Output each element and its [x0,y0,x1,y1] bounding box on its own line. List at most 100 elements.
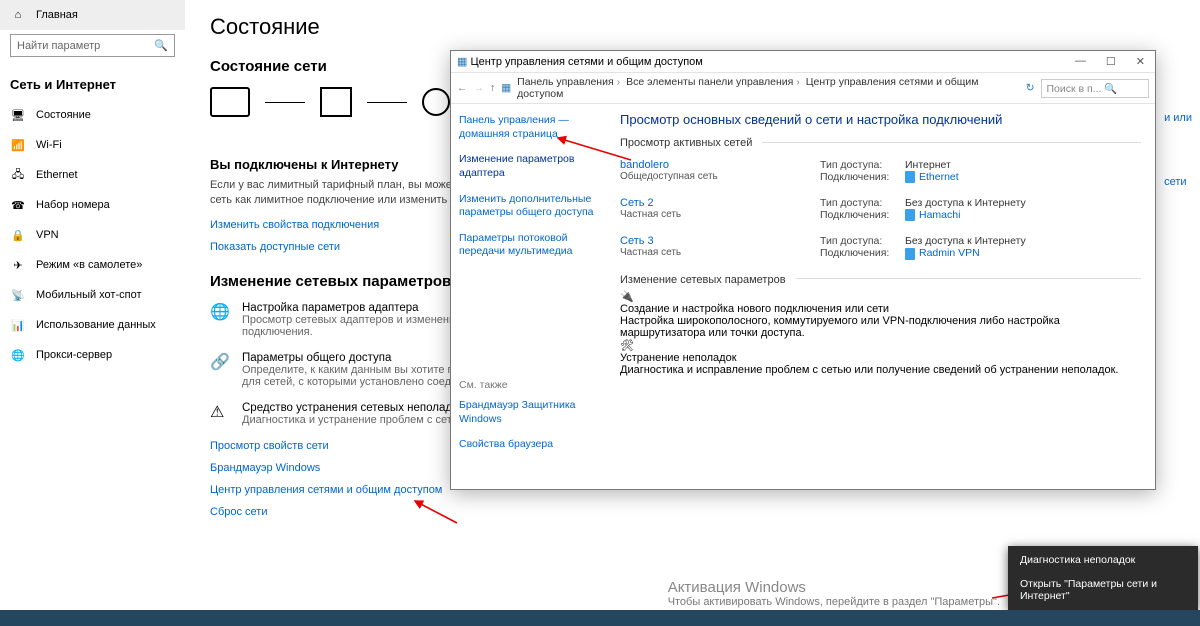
sidebar-item-label: Режим «в самолете» [36,259,142,271]
background-links: и или сети [1164,60,1192,240]
sidebar-icon: 📡 [10,287,26,303]
change-title: Устранение неполадок [620,352,1141,364]
sidebar-item-label: Использование данных [36,319,156,331]
cp-left-media[interactable]: Параметры потоковой передачи мультимедиа [459,232,598,259]
network-type: Частная сеть [620,247,820,258]
cp-app-icon: ▦ [457,56,467,68]
search-icon: 🔍 [154,39,168,52]
network-row-0: bandoleroОбщедоступная сетьТип доступа:И… [620,159,1141,183]
sidebar-item-label: Набор номера [36,199,110,211]
item-icon: 🔗 [210,352,230,388]
network-connection[interactable]: Hamachi [905,209,960,221]
network-name[interactable]: Сеть 3 [620,235,820,247]
sidebar-item-label: Wi-Fi [36,139,62,151]
settings-sidebar: ⌂ Главная Найти параметр 🔍 Сеть и Интерн… [0,0,185,626]
refresh-button[interactable]: ↻ [1026,82,1035,94]
cp-left-home[interactable]: Панель управления — домашняя страница [459,114,598,141]
breadcrumb-icon: ▦ [501,82,511,94]
sidebar-icon: ✈ [10,257,26,273]
cp-seealso-label: См. также [459,379,598,391]
change-title: Создание и настройка нового подключения … [620,303,1141,315]
item-desc: Диагностика и устранение проблем с сетью… [242,414,469,426]
page-title: Состояние [210,14,1200,40]
cp-change-label: Изменение сетевых параметров [620,274,786,286]
connection-icon [905,248,915,260]
sidebar-icon: 📶 [10,137,26,153]
search-input[interactable]: Найти параметр 🔍 [10,34,175,57]
cp-left-sharing[interactable]: Изменить дополнительные параметры общего… [459,193,598,220]
network-type: Частная сеть [620,209,820,220]
sidebar-icon: 🖥 [10,107,26,123]
cp-seealso-browser[interactable]: Свойства браузера [459,438,598,452]
sidebar-home-label: Главная [36,9,78,21]
sidebar-item-1[interactable]: 📶 Wi-Fi [0,130,185,160]
close-button[interactable]: ✕ [1132,55,1149,68]
sidebar-item-label: Прокси-сервер [36,349,112,361]
change-icon: 🔌 [620,290,1141,303]
up-button[interactable]: ↑ [490,82,495,94]
sidebar-icon: 🖧 [10,167,26,183]
sidebar-item-label: VPN [36,229,59,241]
main-link2-3[interactable]: Сброс сети [210,506,1200,518]
network-connection[interactable]: Radmin VPN [905,247,980,259]
network-connection[interactable]: Ethernet [905,171,959,183]
back-button[interactable]: ← [457,82,468,94]
pc-icon [210,87,250,117]
sidebar-item-5[interactable]: ✈ Режим «в самолете» [0,250,185,280]
connection-icon [905,209,915,221]
sidebar-item-8[interactable]: 🌐 Прокси-сервер [0,340,185,370]
control-panel-window: ▦ Центр управления сетями и общим доступ… [450,50,1156,490]
network-row-1: Сеть 2Частная сетьТип доступа:Без доступ… [620,197,1141,221]
cp-change-item-0[interactable]: 🔌Создание и настройка нового подключения… [620,290,1141,339]
tray-diagnose[interactable]: Диагностика неполадок [1008,548,1198,572]
connection-icon [905,171,915,183]
network-name[interactable]: Сеть 2 [620,197,820,209]
cp-left-adapter[interactable]: Изменение параметров адаптера [459,153,598,180]
sidebar-item-label: Мобильный хот-спот [36,289,142,301]
cp-change-item-1[interactable]: 🛠Устранение неполадокДиагностика и испра… [620,339,1141,376]
sidebar-item-4[interactable]: 🔒 VPN [0,220,185,250]
network-access: Интернет [905,159,951,171]
change-desc: Настройка широкополосного, коммутируемог… [620,315,1141,339]
cp-heading: Просмотр основных сведений о сети и наст… [620,112,1141,127]
sidebar-item-6[interactable]: 📡 Мобильный хот-спот [0,280,185,310]
network-name[interactable]: bandolero [620,159,820,171]
sidebar-icon: ☎ [10,197,26,213]
item-icon: 🌐 [210,302,230,338]
cp-left-panel: Панель управления — домашняя страница Из… [451,104,606,489]
item-icon: ⚠ [210,402,230,426]
sidebar-item-label: Состояние [36,109,91,121]
home-icon: ⌂ [10,7,26,23]
network-row-2: Сеть 3Частная сетьТип доступа:Без доступ… [620,235,1141,259]
item-title: Средство устранения сетевых неполадок [242,402,469,414]
search-placeholder: Найти параметр [17,40,100,52]
taskbar[interactable] [0,610,1200,626]
cp-window-title: Центр управления сетями и общим доступом [470,56,702,68]
network-type: Общедоступная сеть [620,171,820,182]
sidebar-icon: 🔒 [10,227,26,243]
minimize-button[interactable]: — [1071,55,1090,68]
network-access: Без доступа к Интернету [905,235,1026,247]
activation-watermark: Активация Windows Чтобы активировать Win… [668,579,1000,608]
sidebar-item-0[interactable]: 🖥 Состояние [0,100,185,130]
cp-active-label: Просмотр активных сетей [620,137,752,149]
sidebar-item-7[interactable]: 📊Использование данных [0,310,185,340]
sidebar-item-label: Ethernet [36,169,78,181]
maximize-button[interactable]: ☐ [1102,55,1120,68]
network-access: Без доступа к Интернету [905,197,1026,209]
sidebar-item-3[interactable]: ☎ Набор номера [0,190,185,220]
cp-seealso-firewall[interactable]: Брандмауэр Защитника Windows [459,399,598,426]
sidebar-home[interactable]: ⌂ Главная [0,0,185,30]
sidebar-item-2[interactable]: 🖧 Ethernet [0,160,185,190]
sidebar-icon: 🌐 [10,347,26,363]
sidebar-group-label: Сеть и Интернет [0,67,185,100]
tray-open-settings[interactable]: Открыть "Параметры сети и Интернет" [1008,572,1198,608]
cp-right-panel: Просмотр основных сведений о сети и наст… [606,104,1155,489]
tray-context-menu: Диагностика неполадок Открыть "Параметры… [1008,546,1198,610]
forward-button[interactable]: → [474,82,485,94]
change-icon: 🛠 [620,339,1141,352]
change-desc: Диагностика и исправление проблем с сеть… [620,364,1141,376]
globe-icon [422,88,450,116]
breadcrumb[interactable]: Панель управления› Все элементы панели у… [517,76,1020,100]
cp-search-input[interactable]: Поиск в п... 🔍 [1041,79,1150,98]
